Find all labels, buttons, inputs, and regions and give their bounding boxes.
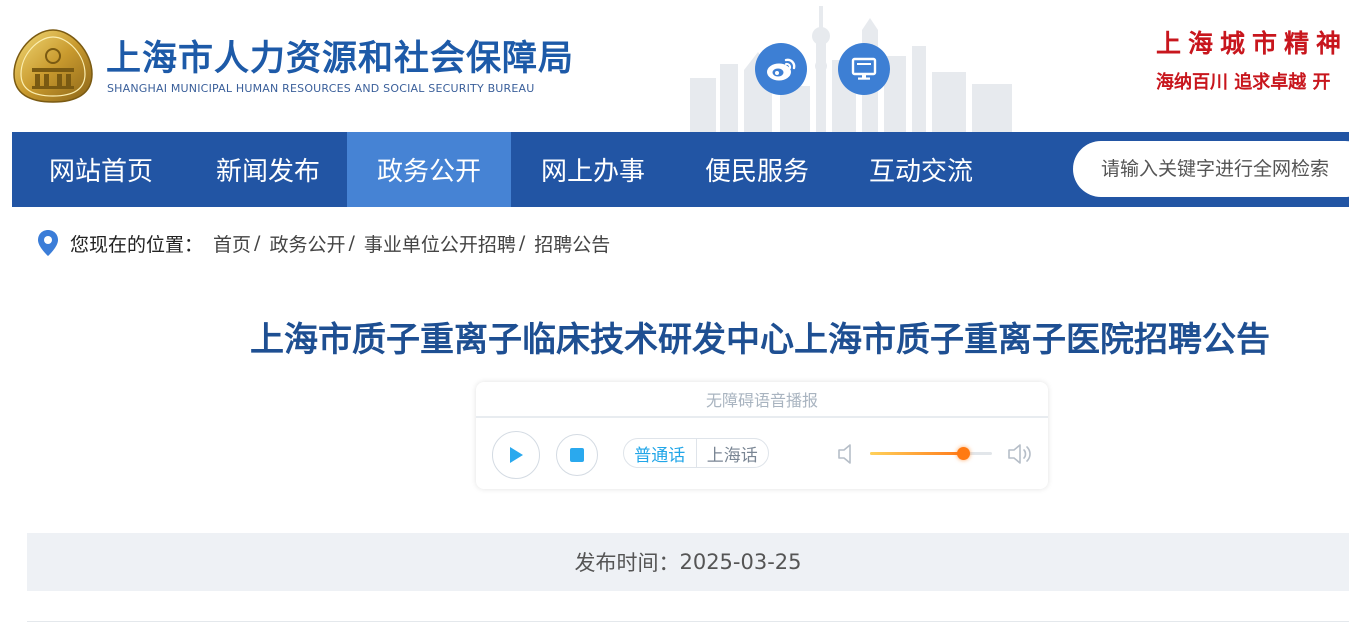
site-search-box xyxy=(1073,141,1349,197)
volume-slider[interactable] xyxy=(870,447,992,460)
nav-item-government-affairs[interactable]: 政务公开 xyxy=(347,132,511,207)
lang-mandarin-option[interactable]: 普通话 xyxy=(624,439,697,467)
play-icon xyxy=(510,447,523,463)
play-button[interactable] xyxy=(492,431,540,479)
breadcrumb: 您现在的位置： 首页 / 政务公开 / 事业单位公开招聘 / 招聘公告 xyxy=(36,228,610,258)
location-pin-icon xyxy=(38,230,58,256)
publish-date: 2025-03-25 xyxy=(679,550,802,574)
article-title: 上海市质子重离子临床技术研发中心上海市质子重离子医院招聘公告 xyxy=(250,320,1270,360)
weibo-icon xyxy=(767,58,796,81)
accessibility-audio-player: 无障碍语音播报 普通话 上海话 xyxy=(476,382,1048,489)
breadcrumb-recruitment-notice[interactable]: 招聘公告 xyxy=(534,230,610,257)
breadcrumb-separator: / xyxy=(348,232,355,254)
stop-icon xyxy=(570,448,584,462)
site-subtitle: SHANGHAI MUNICIPAL HUMAN RESOURCES AND S… xyxy=(107,82,535,95)
lang-shanghainese-option[interactable]: 上海话 xyxy=(697,439,769,467)
volume-high-icon[interactable] xyxy=(1006,440,1034,468)
volume-low-icon[interactable] xyxy=(836,441,856,467)
site-header: 上海市人力资源和社会保障局 SHANGHAI MUNICIPAL HUMAN R… xyxy=(0,0,1349,132)
breadcrumb-separator: / xyxy=(518,232,526,254)
nav-item-online-services[interactable]: 网上办事 xyxy=(511,132,675,207)
site-title: 上海市人力资源和社会保障局 xyxy=(106,39,575,79)
player-header: 无障碍语音播报 xyxy=(476,382,1048,418)
breadcrumb-government-affairs[interactable]: 政务公开 xyxy=(269,230,345,257)
desktop-icon xyxy=(851,57,877,80)
slogan-heading: 上海城市精神 xyxy=(1156,29,1349,58)
volume-slider-fill xyxy=(870,452,963,455)
desktop-version-button[interactable] xyxy=(838,43,890,95)
stop-button[interactable] xyxy=(556,434,598,476)
language-switch: 普通话 上海话 xyxy=(623,438,769,468)
nav-item-home[interactable]: 网站首页 xyxy=(12,132,190,207)
nav-item-public-services[interactable]: 便民服务 xyxy=(675,132,839,207)
slogan-text: 海纳百川 追求卓越 开 xyxy=(1156,72,1331,93)
publish-label: 发布时间： xyxy=(574,551,680,575)
nav-item-interaction[interactable]: 互动交流 xyxy=(839,132,1003,207)
breadcrumb-separator: / xyxy=(254,232,261,254)
divider xyxy=(27,621,1349,622)
volume-slider-handle[interactable] xyxy=(956,447,970,460)
nav-item-news[interactable]: 新闻发布 xyxy=(190,132,346,207)
publish-info-bar: 发布时间： 2025-03-25 xyxy=(27,533,1349,591)
page: 上海市人力资源和社会保障局 SHANGHAI MUNICIPAL HUMAN R… xyxy=(0,0,1349,630)
breadcrumb-label: 您现在的位置： xyxy=(70,233,204,256)
weibo-button[interactable] xyxy=(755,43,807,95)
breadcrumb-public-recruitment[interactable]: 事业单位公开招聘 xyxy=(364,230,516,257)
bureau-emblem-logo xyxy=(13,29,93,103)
search-input[interactable] xyxy=(1101,158,1349,180)
breadcrumb-home[interactable]: 首页 xyxy=(213,230,251,257)
